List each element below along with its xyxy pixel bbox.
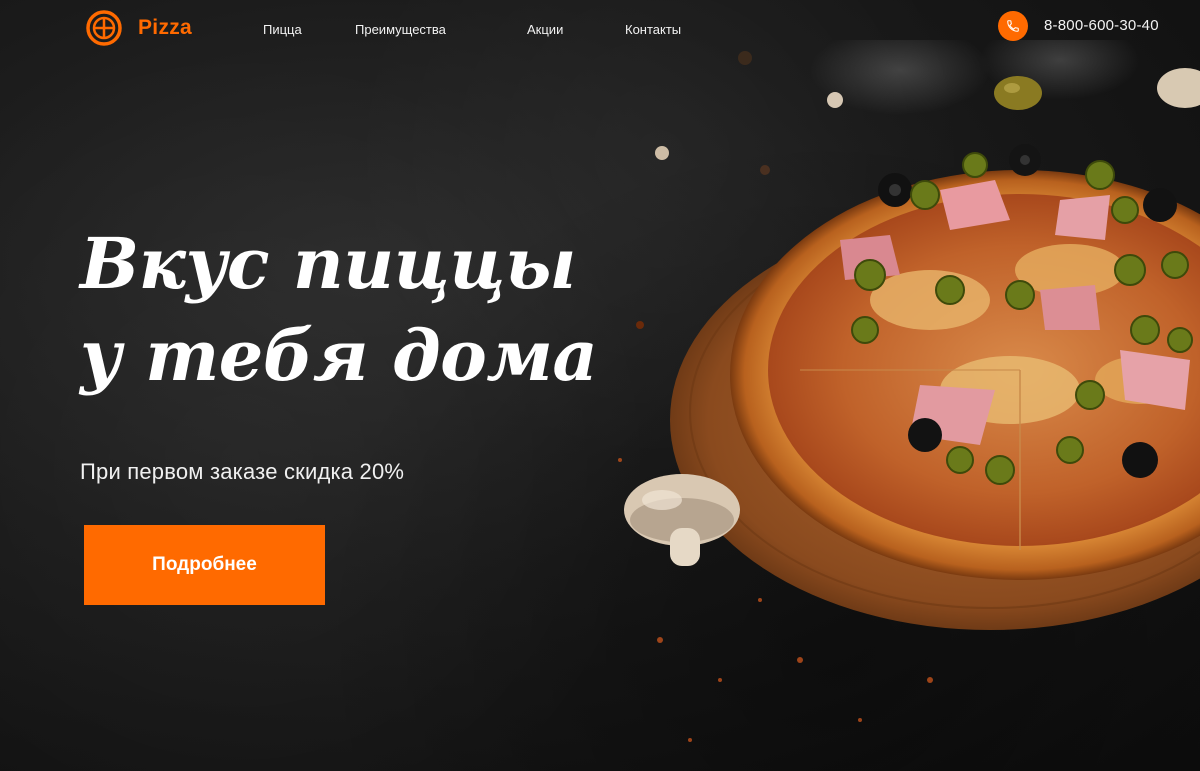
phone-icon bbox=[1007, 20, 1019, 32]
headline-line-2: у тебя дома bbox=[80, 314, 598, 397]
headline-line-1: Вкус пиццы bbox=[80, 222, 576, 305]
phone-number[interactable]: 8-800-600-30-40 bbox=[1044, 17, 1159, 34]
pizza-image bbox=[618, 40, 1200, 742]
nav-item-pizza[interactable]: Пицца bbox=[263, 22, 302, 37]
nav-item-contacts[interactable]: Контакты bbox=[625, 22, 681, 37]
call-button[interactable] bbox=[998, 11, 1028, 41]
nav-item-promotions[interactable]: Акции bbox=[527, 22, 563, 37]
pizza-logo-icon bbox=[86, 10, 122, 46]
logo[interactable]: Pizza bbox=[86, 10, 192, 46]
site-header: Pizza Пицца Преимущества Акции Контакты … bbox=[0, 0, 1200, 60]
hero-section: Pizza Пицца Преимущества Акции Контакты … bbox=[0, 0, 1200, 771]
brand-name: Pizza bbox=[138, 16, 193, 39]
hero-headline: Вкус пиццы у тебя дома bbox=[80, 218, 598, 402]
nav-item-advantages[interactable]: Преимущества bbox=[355, 22, 446, 37]
hero-subtitle: При первом заказе скидка 20% bbox=[80, 459, 405, 484]
more-details-button[interactable]: Подробнее bbox=[84, 525, 325, 605]
